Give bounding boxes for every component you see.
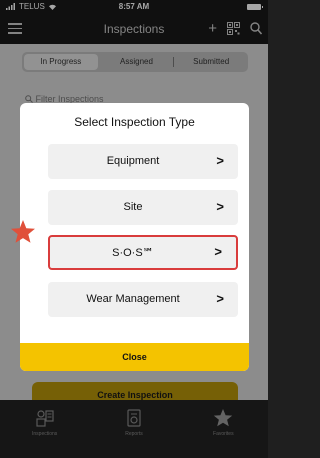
option-site[interactable]: Site > [48,190,238,225]
option-equipment[interactable]: Equipment > [48,144,238,179]
chevron-right-icon: > [216,153,224,168]
option-wear-management[interactable]: Wear Management > [48,282,238,317]
option-label: Equipment [106,155,160,167]
chevron-right-icon: > [214,244,222,259]
chevron-right-icon: > [216,199,224,214]
chevron-right-icon: > [216,291,224,306]
star-marker-icon [11,220,35,243]
option-sos[interactable]: S·O·S℠ > [48,235,238,270]
option-label: Wear Management [86,293,180,305]
option-label: S·O·S℠ [112,247,154,259]
modal-title: Select Inspection Type [74,115,195,129]
select-inspection-type-modal: Select Inspection Type Equipment > Site … [20,103,249,371]
option-label: Site [123,201,143,213]
close-button[interactable]: Close [20,343,249,371]
